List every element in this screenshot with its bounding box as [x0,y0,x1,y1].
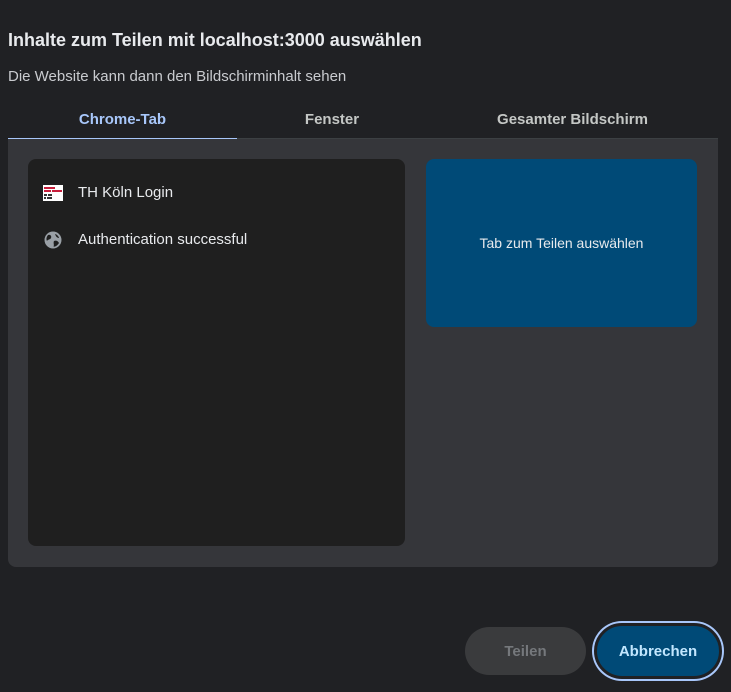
content-panel: TH Köln Login Authentication successful … [8,139,718,567]
tab-chrome-tab[interactable]: Chrome-Tab [8,103,237,140]
list-item-title: Authentication successful [78,231,248,248]
share-button[interactable]: Teilen [465,627,586,675]
source-tabs: Chrome-Tab Fenster Gesamter Bildschirm [8,103,718,140]
dialog-subtitle: Die Website kann dann den Bildschirminha… [8,68,347,85]
list-item[interactable]: Authentication successful [28,216,405,263]
preview-area: Tab zum Teilen auswählen [426,159,697,327]
tab-entire-screen[interactable]: Gesamter Bildschirm [427,103,718,139]
cancel-button[interactable]: Abbrechen [594,623,722,679]
share-screen-dialog: Inhalte zum Teilen mit localhost:3000 au… [0,0,731,692]
preview-placeholder: Tab zum Teilen auswählen [479,235,644,251]
list-item-title: TH Köln Login [78,184,174,201]
tab-list: TH Köln Login Authentication successful [28,159,405,546]
list-item[interactable]: TH Köln Login [28,169,405,216]
dialog-title: Inhalte zum Teilen mit localhost:3000 au… [8,30,422,50]
th-koeln-favicon-icon [42,182,64,204]
tab-window[interactable]: Fenster [237,103,427,139]
globe-icon [42,229,64,251]
